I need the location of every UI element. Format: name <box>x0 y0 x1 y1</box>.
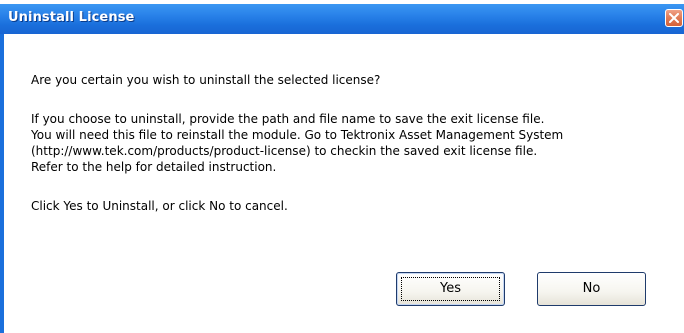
close-button[interactable] <box>665 9 683 27</box>
message-line-3: (http://www.tek.com/products/product-lic… <box>31 144 538 158</box>
message-line-1: If you choose to uninstall, provide the … <box>31 112 545 126</box>
close-x-icon <box>669 13 679 23</box>
dialog-title: Uninstall License <box>8 10 135 25</box>
no-button-label: No <box>582 281 601 296</box>
title-bar[interactable]: Uninstall License <box>0 4 684 34</box>
uninstall-license-dialog: Uninstall License Are you certain you wi… <box>0 4 684 333</box>
yes-button[interactable]: Yes <box>396 272 505 306</box>
confirm-question: Are you certain you wish to uninstall th… <box>31 73 381 87</box>
dialog-body: Are you certain you wish to uninstall th… <box>0 34 684 333</box>
focus-rectangle <box>401 277 500 301</box>
no-button[interactable]: No <box>537 272 646 306</box>
message-line-2: You will need this file to reinstall the… <box>31 128 564 142</box>
message-line-4: Refer to the help for detailed instructi… <box>31 160 277 174</box>
instruction-text: Click Yes to Uninstall, or click No to c… <box>31 199 288 213</box>
